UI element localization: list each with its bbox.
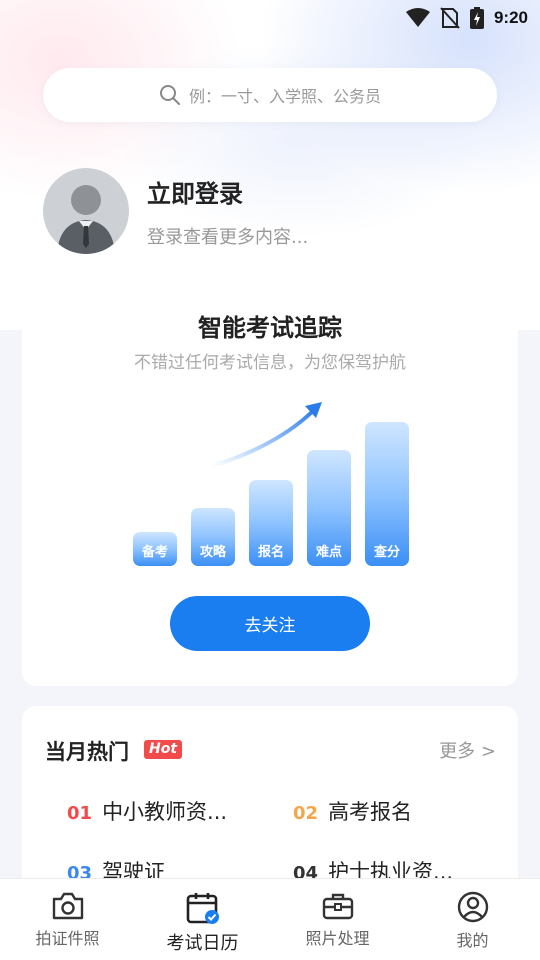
follow-button[interactable]: 去关注	[170, 596, 370, 651]
step-label: 备考	[141, 545, 168, 560]
status-time: 9:20	[493, 8, 528, 27]
progress-steps-illustration: 备考 攻略 报名 难点 查分	[22, 376, 518, 566]
hot-title: 当月热门	[45, 740, 129, 764]
default-avatar-icon	[57, 185, 115, 254]
briefcase-icon	[322, 893, 353, 920]
tab-label: 考试日历	[166, 933, 239, 954]
wifi-icon	[405, 8, 430, 27]
tracking-subtitle: 不错过任何考试信息，为您保驾护航	[134, 353, 406, 373]
step-label: 查分	[373, 545, 400, 560]
hot-badge: Hot	[144, 740, 183, 759]
step-bar-register: 报名	[249, 480, 293, 566]
tab-mine[interactable]: 我的	[405, 879, 540, 960]
no-sim-icon	[440, 7, 460, 29]
exam-tracking-card: 智能考试追踪 不错过任何考试信息，为您保驾护航 备考 攻略 报名 难点 查分 去…	[22, 286, 518, 686]
avatar[interactable]	[43, 168, 129, 254]
tab-label: 我的	[456, 931, 489, 950]
step-label: 报名	[257, 545, 284, 560]
step-bar-guide: 攻略	[191, 508, 235, 566]
hot-item-label: 中小教师资...	[102, 800, 228, 824]
login-title[interactable]: 立即登录	[147, 174, 308, 209]
monthly-hot-card: 当月热门 Hot 更多 > 01 中小教师资... 02 高考报名 03 驾驶证…	[22, 706, 518, 906]
search-bar[interactable]: 例：一寸、入学照、公务员	[43, 68, 497, 122]
bottom-tab-bar: 拍证件照 考试日历 照片处理 我的	[0, 878, 540, 960]
hot-item[interactable]: 02 高考报名	[293, 796, 412, 826]
step-bar-prep: 备考	[133, 532, 177, 566]
step-label: 攻略	[199, 545, 226, 560]
step-bar-difficulty: 难点	[307, 450, 351, 566]
header-background	[0, 0, 540, 330]
tab-exam-calendar[interactable]: 考试日历	[135, 879, 270, 960]
tracking-title: 智能考试追踪	[198, 314, 342, 342]
step-label: 难点	[315, 545, 342, 560]
login-subtitle: 登录查看更多内容...	[147, 226, 309, 248]
hot-item-number: 02	[293, 803, 319, 824]
tab-photo-processing[interactable]: 照片处理	[270, 879, 405, 960]
hot-item-label: 高考报名	[328, 800, 413, 824]
user-circle-icon	[457, 891, 488, 923]
status-bar: 9:20	[0, 0, 540, 36]
camera-icon	[52, 892, 83, 920]
tab-label: 照片处理	[305, 929, 370, 948]
calendar-icon	[186, 893, 219, 924]
search-icon	[159, 85, 180, 105]
step-bar-score: 查分	[365, 422, 409, 566]
battery-charging-icon	[469, 7, 484, 29]
hot-item[interactable]: 01 中小教师资...	[67, 796, 227, 826]
login-profile[interactable]: 立即登录 登录查看更多内容...	[43, 166, 503, 256]
tab-label: 拍证件照	[35, 929, 100, 948]
search-placeholder: 例：一寸、入学照、公务员	[188, 87, 381, 106]
hot-item-number: 01	[67, 803, 93, 824]
more-link[interactable]: 更多 >	[439, 737, 496, 763]
tab-id-photo[interactable]: 拍证件照	[0, 879, 135, 960]
